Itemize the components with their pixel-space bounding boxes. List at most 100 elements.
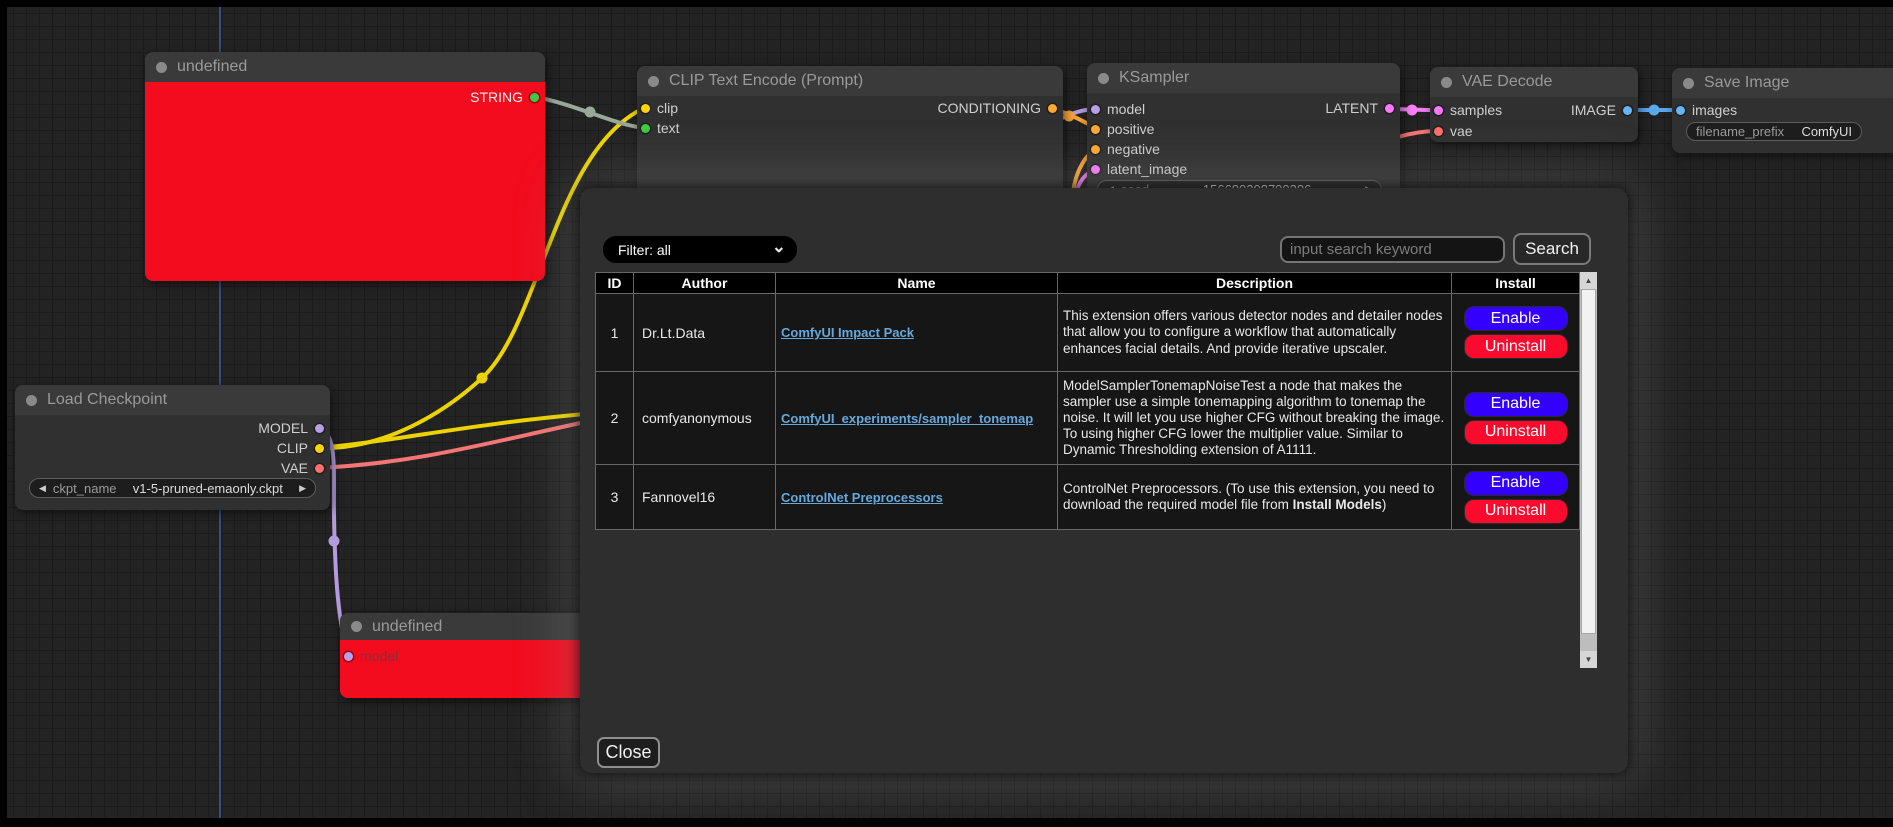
output-slot-latent[interactable]: LATENT	[1325, 99, 1394, 117]
slot-dot[interactable]	[641, 104, 650, 113]
close-button[interactable]: Close	[597, 737, 660, 768]
widget-value[interactable]: ComfyUI	[1791, 124, 1852, 139]
name-link[interactable]: ControlNet Preprocessors	[781, 490, 943, 505]
slot-dot[interactable]	[641, 124, 650, 133]
slot-dot[interactable]	[1091, 105, 1100, 114]
input-slot-clip[interactable]: clip	[641, 99, 678, 117]
slot-dot[interactable]	[1385, 104, 1394, 113]
collapse-dot-icon[interactable]	[648, 76, 659, 87]
node-title: undefined	[177, 58, 247, 76]
decrement-arrow-icon[interactable]: ◀	[39, 484, 46, 493]
input-slot-samples[interactable]: samples	[1434, 101, 1502, 119]
output-slot-clip[interactable]: CLIP	[277, 439, 324, 457]
node-title-bar[interactable]: KSampler	[1087, 63, 1400, 93]
cell-description: This extension offers various detector n…	[1058, 294, 1452, 372]
slot-dot[interactable]	[1623, 106, 1632, 115]
output-slot-model[interactable]: MODEL	[258, 419, 324, 437]
input-slot-images[interactable]: images	[1676, 101, 1737, 119]
collapse-dot-icon[interactable]	[351, 621, 362, 632]
graph-canvas[interactable]: undefined STRING CLIP Text Encode (Promp…	[0, 0, 1893, 827]
node-title-bar[interactable]: Save Image	[1672, 68, 1893, 98]
output-slot-image[interactable]: IMAGE	[1571, 101, 1632, 119]
collapse-dot-icon[interactable]	[26, 395, 37, 406]
slot-dot[interactable]	[1434, 127, 1443, 136]
slot-dot[interactable]	[1091, 145, 1100, 154]
output-slot-conditioning[interactable]: CONDITIONING	[938, 99, 1057, 117]
node-title: VAE Decode	[1462, 73, 1552, 91]
collapse-dot-icon[interactable]	[1683, 78, 1694, 89]
table-row: 3 Fannovel16 ControlNet Preprocessors Co…	[596, 465, 1580, 530]
collapse-dot-icon[interactable]	[1441, 77, 1452, 88]
node-title-bar[interactable]: undefined	[145, 52, 545, 82]
node-save-image[interactable]: Save Image images filename_prefix ComfyU…	[1672, 68, 1893, 153]
filename-prefix-widget[interactable]: filename_prefix ComfyUI	[1686, 122, 1862, 141]
manager-dialog: Filter: all ⌄ Search ID Author Name Desc…	[580, 188, 1628, 773]
table-row: 2 comfyanonymous ComfyUI_experiments/sam…	[596, 372, 1580, 465]
node-title: KSampler	[1119, 69, 1189, 87]
scroll-down-button[interactable]: ▼	[1580, 651, 1597, 668]
node-load-checkpoint[interactable]: Load Checkpoint MODEL CLIP VAE ◀ ckpt_na…	[15, 385, 330, 510]
slot-dot[interactable]	[315, 464, 324, 473]
enable-button[interactable]: Enable	[1464, 392, 1568, 417]
uninstall-button[interactable]: Uninstall	[1464, 334, 1568, 359]
slot-dot[interactable]	[1091, 125, 1100, 134]
input-slot-latent-image[interactable]: latent_image	[1091, 160, 1187, 178]
node-title: CLIP Text Encode (Prompt)	[669, 72, 863, 90]
slot-dot[interactable]	[1676, 106, 1685, 115]
slot-dot[interactable]	[1048, 104, 1057, 113]
ckpt-name-widget[interactable]: ◀ ckpt_name v1-5-pruned-emaonly.ckpt ▶	[29, 478, 316, 498]
link-dot	[329, 536, 340, 547]
node-title-bar[interactable]: VAE Decode	[1430, 67, 1638, 97]
name-link[interactable]: ComfyUI Impact Pack	[781, 325, 914, 340]
scroll-up-button[interactable]: ▲	[1580, 272, 1597, 289]
widget-value[interactable]: v1-5-pruned-emaonly.ckpt	[124, 481, 293, 496]
filter-select[interactable]: Filter: all	[603, 236, 797, 263]
node-title-bar[interactable]: CLIP Text Encode (Prompt)	[637, 66, 1063, 96]
scroll-thumb[interactable]	[1581, 289, 1596, 634]
search-input[interactable]	[1280, 236, 1505, 263]
widget-label: filename_prefix	[1696, 124, 1784, 139]
collapse-dot-icon[interactable]	[156, 62, 167, 73]
node-title-bar[interactable]: Load Checkpoint	[15, 385, 330, 415]
cell-author: Dr.Lt.Data	[634, 294, 776, 372]
slot-dot[interactable]	[1091, 165, 1100, 174]
uninstall-button[interactable]: Uninstall	[1464, 499, 1568, 524]
slot-dot[interactable]	[315, 424, 324, 433]
output-slot-vae[interactable]: VAE	[281, 459, 324, 477]
node-undefined-model[interactable]: undefined model	[340, 613, 620, 698]
link-dot	[1064, 111, 1075, 122]
collapse-dot-icon[interactable]	[1098, 73, 1109, 84]
node-vae-decode[interactable]: VAE Decode samples vae IMAGE	[1430, 67, 1638, 142]
link-dot	[1407, 105, 1418, 116]
input-slot-text[interactable]: text	[641, 119, 680, 137]
input-slot-negative[interactable]: negative	[1091, 140, 1160, 158]
search-button[interactable]: Search	[1513, 233, 1591, 265]
name-link[interactable]: ComfyUI_experiments/sampler_tonemap	[781, 411, 1033, 426]
link-dot	[585, 107, 596, 118]
node-undefined-string[interactable]: undefined STRING	[145, 52, 545, 281]
node-title: Load Checkpoint	[47, 391, 167, 409]
cell-author: comfyanonymous	[634, 372, 776, 465]
filter-select-wrap: Filter: all ⌄	[603, 236, 797, 263]
node-title-bar[interactable]: undefined	[340, 613, 620, 640]
input-slot-model[interactable]: model	[1091, 100, 1145, 118]
slot-dot[interactable]	[315, 444, 324, 453]
scrollbar[interactable]: ▲ ▼	[1580, 272, 1597, 668]
uninstall-button[interactable]: Uninstall	[1464, 420, 1568, 445]
cell-id: 3	[596, 465, 634, 530]
enable-button[interactable]: Enable	[1464, 306, 1568, 331]
node-title: undefined	[372, 618, 442, 636]
input-slot-vae[interactable]: vae	[1434, 122, 1473, 140]
slot-dot[interactable]	[1434, 106, 1443, 115]
canvas-edge	[0, 0, 1893, 7]
cell-install: Enable Uninstall	[1452, 465, 1580, 530]
slot-dot[interactable]	[530, 93, 539, 102]
output-slot-string[interactable]: STRING	[470, 88, 539, 106]
header-name: Name	[776, 273, 1058, 294]
input-slot-model[interactable]: model	[344, 647, 398, 665]
cell-install: Enable Uninstall	[1452, 372, 1580, 465]
slot-dot[interactable]	[344, 652, 353, 661]
enable-button[interactable]: Enable	[1464, 471, 1568, 496]
increment-arrow-icon[interactable]: ▶	[299, 484, 306, 493]
input-slot-positive[interactable]: positive	[1091, 120, 1154, 138]
